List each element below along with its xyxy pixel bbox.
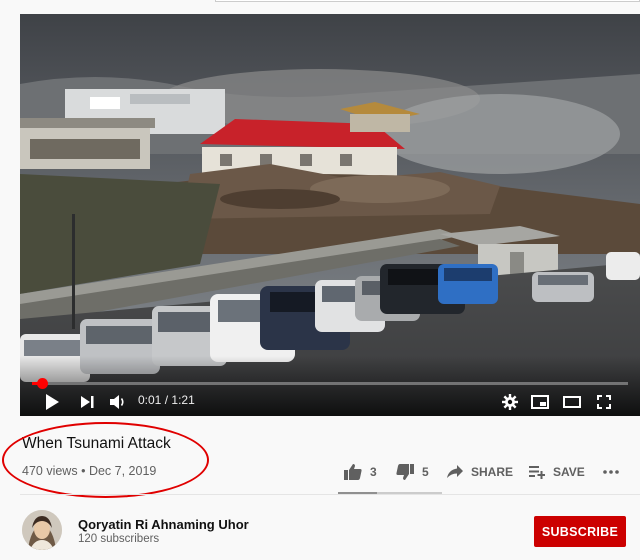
meta-separator: • (81, 464, 86, 478)
video-meta: 470 views • Dec 7, 2019 (22, 464, 156, 478)
share-button[interactable]: SHARE (447, 461, 513, 483)
dislike-button[interactable]: 5 (396, 461, 429, 483)
like-count: 3 (370, 465, 377, 479)
save-button[interactable]: SAVE (529, 461, 585, 483)
video-player[interactable]: 0:01 / 1:21 (20, 14, 640, 416)
next-icon (81, 396, 94, 408)
miniplayer-icon (531, 395, 549, 409)
theater-icon (563, 396, 581, 408)
view-count: 470 views (22, 464, 78, 478)
time-current: 0:01 (138, 393, 162, 407)
miniplayer-button[interactable] (528, 390, 552, 414)
video-watch-page: 0:01 / 1:21 When Tsunami Attack 470 view… (0, 0, 640, 560)
section-divider (20, 494, 640, 495)
search-box-edge[interactable] (215, 0, 640, 2)
time-display: 0:01 / 1:21 (138, 393, 195, 407)
time-separator: / (164, 393, 169, 407)
settings-icon (502, 394, 518, 410)
next-button[interactable] (76, 390, 98, 414)
upload-date: Dec 7, 2019 (88, 464, 157, 478)
play-button[interactable] (40, 390, 64, 414)
progress-scrubber[interactable] (36, 378, 48, 389)
share-label: SHARE (471, 465, 514, 479)
thumbs-down-icon (396, 464, 414, 480)
channel-avatar[interactable] (22, 510, 62, 550)
time-total: 1:21 (171, 393, 195, 407)
settings-button[interactable] (498, 390, 522, 414)
subscriber-count: 120 subscribers (78, 533, 160, 545)
like-button[interactable]: 3 (344, 461, 377, 483)
dislike-count: 5 (422, 465, 429, 479)
volume-icon (110, 395, 124, 409)
fullscreen-icon (597, 395, 611, 409)
progress-bar[interactable] (32, 378, 628, 389)
theater-mode-button[interactable] (560, 390, 584, 414)
fullscreen-button[interactable] (592, 390, 616, 414)
subscribe-button[interactable]: SUBSCRIBE (534, 516, 626, 547)
share-icon (447, 465, 463, 478)
more-actions-button[interactable] (602, 461, 620, 483)
save-label: SAVE (553, 465, 585, 479)
add-to-playlist-icon (529, 466, 545, 479)
avatar-image (22, 510, 62, 550)
play-icon (46, 394, 59, 410)
video-title: When Tsunami Attack (22, 435, 171, 452)
volume-button[interactable] (106, 390, 130, 414)
top-bar (0, 0, 640, 14)
thumbs-up-icon (344, 464, 362, 480)
annotation-ellipse (2, 422, 209, 498)
channel-name[interactable]: Qoryatin Ri Ahnaming Uhor (78, 517, 249, 532)
more-icon (603, 470, 619, 474)
